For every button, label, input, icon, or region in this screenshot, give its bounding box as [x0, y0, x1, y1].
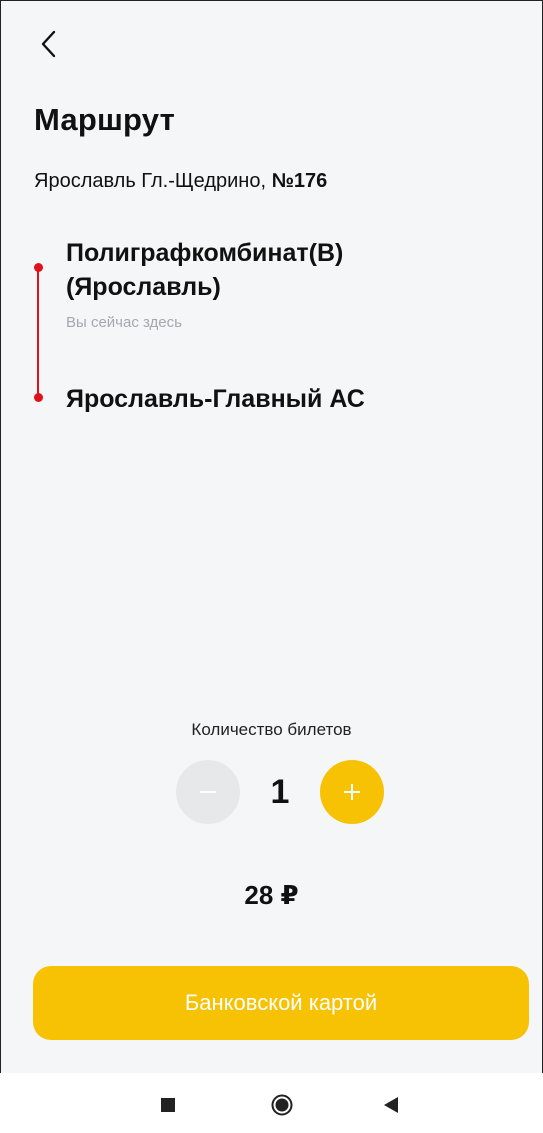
stop-current-name: Полиграфкомбинат(В) (Ярославль) [66, 239, 344, 301]
pay-by-card-button[interactable]: Банковской картой [33, 966, 529, 1040]
route-line [37, 267, 39, 397]
route-info: Ярославль Гл.-Щедрино, №176 [34, 170, 327, 193]
route-stops: Полиграфкомбинат(В) (Ярославль) Вы сейча… [34, 236, 514, 416]
ticket-quantity-stepper: 1 [176, 760, 386, 826]
ticket-count: 1 [270, 773, 290, 811]
stop-current-note: Вы сейчас здесь [66, 314, 182, 331]
tickets-label: Количество билетов [191, 720, 352, 739]
chevron-left-icon [41, 30, 56, 58]
pay-button-label: Банковской картой [184, 990, 378, 1015]
stop-dot-start [34, 263, 43, 272]
minus-icon [200, 791, 216, 793]
stop-destination-name: Ярославль-Главный АС [66, 385, 365, 413]
plus-icon [344, 784, 360, 800]
back-button[interactable] [34, 28, 66, 60]
increase-button[interactable] [320, 760, 384, 824]
recent-apps-icon[interactable] [161, 1098, 175, 1117]
system-nav-bar [0, 1073, 543, 1133]
route-name: Ярославль Гл.-Щедрино, [34, 170, 267, 192]
route-number: №176 [271, 170, 328, 192]
back-icon[interactable] [384, 1097, 398, 1118]
home-icon[interactable] [271, 1094, 293, 1121]
page-title: Маршрут [34, 102, 175, 137]
ticket-price: 28 ₽ [244, 880, 299, 910]
decrease-button[interactable] [176, 760, 240, 824]
stop-dot-end [34, 393, 43, 402]
